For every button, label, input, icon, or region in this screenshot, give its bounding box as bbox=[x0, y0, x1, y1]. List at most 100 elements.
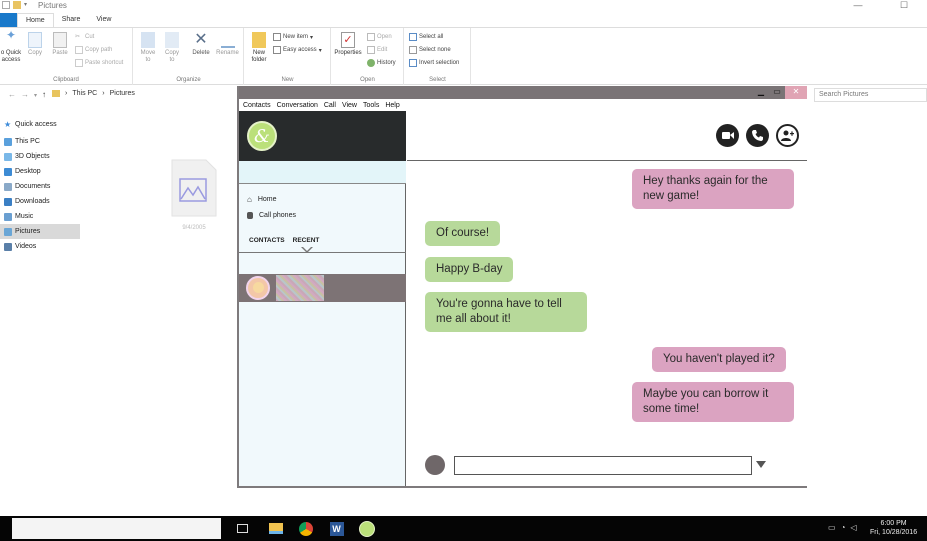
select-none-button[interactable]: Select none bbox=[409, 46, 451, 54]
menu-call[interactable]: Call bbox=[324, 102, 336, 109]
tab-home[interactable]: Home bbox=[17, 13, 54, 27]
nav-item-videos[interactable]: Videos bbox=[0, 239, 80, 254]
up-arrow-icon[interactable]: ↑ bbox=[42, 90, 51, 99]
new-folder-button[interactable]: New folder bbox=[248, 32, 270, 64]
taskbar-word[interactable]: W bbox=[328, 520, 345, 537]
clock-date: Fri, 10/28/2016 bbox=[870, 529, 918, 536]
skype-menu-bar: Contacts Conversation Call View Tools He… bbox=[239, 99, 807, 111]
nav-item-music[interactable]: Music bbox=[0, 209, 80, 224]
tab-share[interactable]: Share bbox=[54, 13, 89, 27]
taskbar-file-explorer[interactable] bbox=[267, 520, 284, 537]
profile-header: & bbox=[239, 111, 406, 161]
nav-item-quick-access[interactable]: ★ Quick access bbox=[0, 117, 80, 132]
nav-item-pictures[interactable]: Pictures bbox=[0, 224, 80, 239]
new-group: New folder New item ▾ Easy access ▾ New bbox=[245, 28, 331, 85]
properties-icon[interactable] bbox=[2, 1, 10, 9]
nav-item-3d-objects[interactable]: 3D Objects bbox=[0, 149, 80, 164]
copy-button[interactable]: Copy bbox=[25, 32, 45, 57]
move-to-button[interactable]: Move to bbox=[138, 32, 158, 64]
voice-call-button[interactable] bbox=[746, 124, 769, 147]
history-button[interactable]: History bbox=[367, 59, 396, 67]
maximize-button[interactable]: ▭ bbox=[769, 86, 785, 99]
invert-selection-button[interactable]: Invert selection bbox=[409, 59, 459, 67]
wifi-icon[interactable]: ◔ bbox=[841, 523, 846, 532]
new-item-button[interactable]: New item ▾ bbox=[273, 33, 313, 41]
back-arrow-icon[interactable]: ← bbox=[8, 90, 21, 99]
nav-item-this-pc[interactable]: This PC bbox=[0, 134, 80, 149]
rename-button[interactable]: Rename bbox=[215, 32, 240, 57]
rename-icon bbox=[220, 32, 235, 48]
search-input[interactable]: Search Pictures bbox=[814, 88, 927, 102]
nav-item-desktop[interactable]: Desktop bbox=[0, 164, 80, 179]
select-all-button[interactable]: Select all bbox=[409, 33, 443, 41]
delete-button[interactable]: ✕ Delete bbox=[190, 32, 212, 57]
close-button[interactable]: ✕ bbox=[785, 86, 807, 99]
file-item[interactable]: 9/4/2005 bbox=[170, 158, 218, 231]
paste-label: Paste bbox=[52, 50, 68, 56]
chevron-down-icon[interactable]: ▾ bbox=[34, 93, 42, 99]
delete-label: Delete bbox=[192, 50, 210, 56]
contact-list-item[interactable] bbox=[239, 274, 406, 302]
active-tab-caret-icon bbox=[301, 246, 313, 253]
pin-quick-access-button[interactable]: ✦ o Quick access bbox=[0, 28, 22, 64]
breadcrumb[interactable]: › This PC › Pictures bbox=[52, 90, 135, 97]
taskbar-chrome[interactable] bbox=[297, 520, 314, 537]
app-logo[interactable]: & bbox=[247, 121, 277, 151]
action-center-icon[interactable]: ▭ bbox=[828, 523, 836, 532]
breadcrumb-pictures[interactable]: Pictures bbox=[110, 90, 135, 97]
tab-file[interactable] bbox=[0, 13, 17, 27]
pin-icon: ✦ bbox=[5, 28, 17, 42]
organize-group-label: Organize bbox=[176, 77, 201, 83]
minimize-button[interactable]: — bbox=[835, 0, 881, 11]
nav-item-documents[interactable]: Documents bbox=[0, 179, 80, 194]
sidebar-item-call-phones[interactable]: Call phones bbox=[247, 207, 296, 223]
chevron-down-icon[interactable]: ▾ bbox=[24, 1, 32, 9]
message-input[interactable] bbox=[454, 456, 752, 475]
copy-path-button[interactable]: Copy path bbox=[75, 46, 112, 54]
select-group-label: Select bbox=[429, 77, 446, 83]
cut-button[interactable]: ✂ Cut bbox=[75, 33, 94, 41]
scissors-icon: ✂ bbox=[75, 34, 81, 40]
tab-recent[interactable]: RECENT bbox=[293, 237, 320, 244]
copy-to-button[interactable]: Copy to bbox=[162, 32, 182, 64]
add-people-button[interactable] bbox=[776, 124, 799, 147]
menu-tools[interactable]: Tools bbox=[363, 102, 379, 109]
desktop-icon bbox=[4, 167, 12, 176]
nav-label: Music bbox=[15, 213, 34, 220]
nav-label: This PC bbox=[15, 138, 40, 145]
edit-button[interactable]: Edit bbox=[367, 46, 387, 54]
tab-view[interactable]: View bbox=[88, 13, 119, 27]
paste-shortcut-button[interactable]: Paste shortcut bbox=[75, 59, 123, 67]
menu-contacts[interactable]: Contacts bbox=[243, 102, 271, 109]
folder-icon[interactable] bbox=[13, 1, 21, 9]
taskbar-search-input[interactable] bbox=[12, 518, 221, 539]
invert-selection-label: Invert selection bbox=[419, 60, 460, 66]
sidebar-item-home[interactable]: ⌂ Home bbox=[247, 191, 296, 207]
sidebar-item-label: Call phones bbox=[259, 211, 296, 219]
breadcrumb-this-pc[interactable]: This PC bbox=[72, 90, 97, 97]
nav-item-downloads[interactable]: Downloads bbox=[0, 194, 80, 209]
minimize-button[interactable]: ▁ bbox=[753, 86, 769, 99]
menu-conversation[interactable]: Conversation bbox=[277, 102, 318, 109]
select-none-icon bbox=[409, 46, 417, 54]
paste-button[interactable]: Paste bbox=[49, 32, 71, 57]
open-button[interactable]: Open bbox=[367, 33, 392, 41]
taskbar-messenger-app[interactable] bbox=[358, 520, 375, 537]
maximize-button[interactable]: ☐ bbox=[881, 0, 927, 11]
contact-search-input[interactable] bbox=[239, 161, 406, 184]
compose-avatar bbox=[425, 455, 445, 475]
menu-view[interactable]: View bbox=[342, 102, 357, 109]
video-call-button[interactable] bbox=[716, 124, 739, 147]
menu-help[interactable]: Help bbox=[385, 102, 399, 109]
conversation-pane: Hey thanks again for the new game! Of co… bbox=[407, 111, 807, 486]
properties-button[interactable]: ✓ Properties bbox=[332, 32, 364, 57]
forward-arrow-icon[interactable]: → bbox=[21, 90, 34, 99]
cube-icon bbox=[4, 152, 12, 161]
send-options-icon[interactable] bbox=[756, 461, 766, 468]
tab-contacts[interactable]: CONTACTS bbox=[249, 237, 285, 244]
task-view-button[interactable] bbox=[234, 520, 251, 537]
volume-icon[interactable]: ◁ bbox=[850, 523, 856, 532]
easy-access-button[interactable]: Easy access ▾ bbox=[273, 46, 322, 54]
sidebar-item-label: Home bbox=[257, 195, 277, 203]
clock[interactable]: 6:00 PM Fri, 10/28/2016 bbox=[870, 519, 917, 537]
